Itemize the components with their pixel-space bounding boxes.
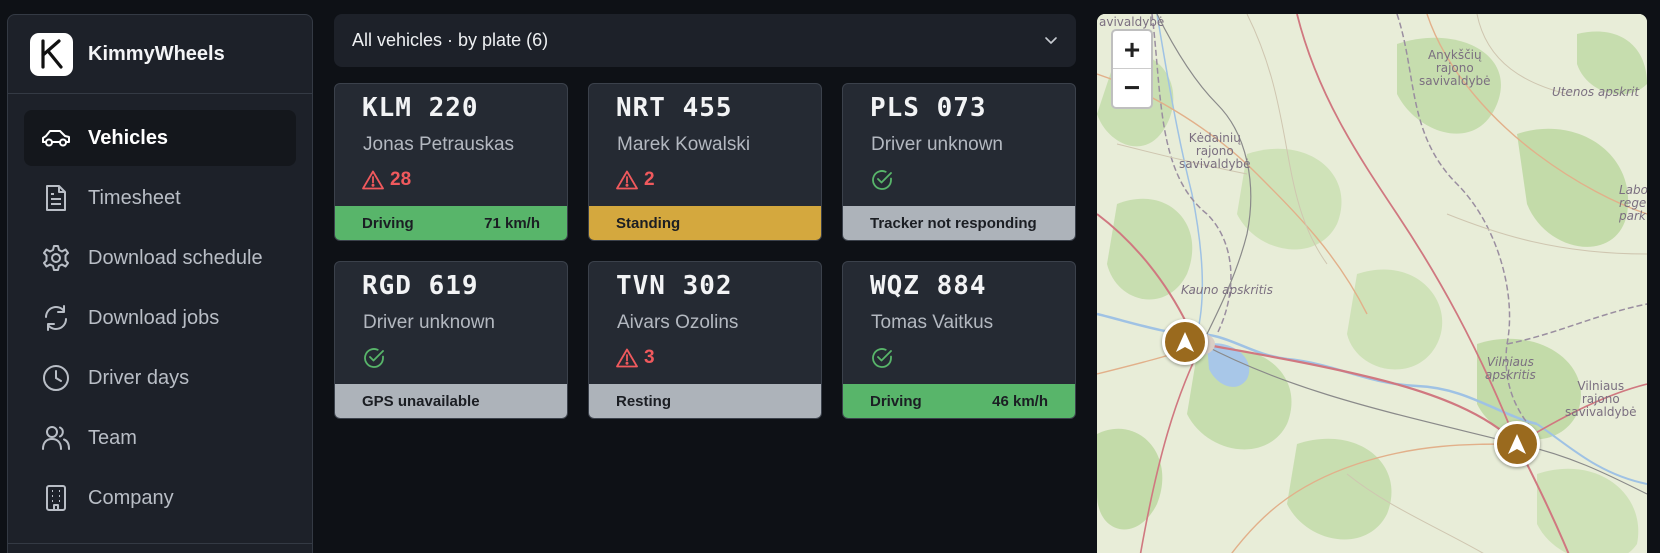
alert-count: 2 [644, 169, 655, 190]
vehicle-status-bar: Resting [589, 384, 821, 418]
alert-indicator: 28 [362, 169, 411, 191]
chevron-down-icon [1044, 32, 1058, 50]
sidebar-item-timesheet[interactable]: Timesheet [24, 170, 296, 226]
alert-count: 3 [644, 347, 655, 368]
map-label: Anykščių rajono savivaldybė [1419, 48, 1491, 88]
vehicle-card[interactable]: PLS 073 Driver unknown Tracker not respo… [842, 83, 1076, 241]
building-icon [41, 483, 71, 513]
vehicle-status-bar: GPS unavailable [335, 384, 567, 418]
vehicle-speed: 71 km/h [484, 214, 540, 232]
document-icon [41, 183, 71, 213]
vehicle-card[interactable]: KLM 220 Jonas Petrauskas 28 Driving 71 k… [334, 83, 568, 241]
vehicle-filter-select[interactable]: All vehicles · by plate (6) [334, 14, 1076, 67]
app-name: KimmyWheels [88, 42, 225, 65]
check-circle-icon [871, 347, 893, 374]
vehicle-status: Driving [362, 214, 414, 232]
app-logo[interactable] [30, 32, 73, 76]
sidebar-item-label: Team [88, 426, 137, 449]
vehicle-card[interactable]: TVN 302 Aivars Ozolins 3 Resting [588, 261, 822, 419]
vehicle-status: Resting [616, 392, 672, 410]
map-label: avivaldybė [1099, 15, 1165, 29]
sidebar-item-vehicles[interactable]: Vehicles [24, 110, 296, 166]
vehicle-map[interactable]: avivaldybė Anykščių rajono savivaldybė U… [1097, 14, 1647, 553]
vehicle-speed: 46 km/h [992, 392, 1048, 410]
brand: KimmyWheels [8, 15, 312, 94]
vehicle-filter-label: All vehicles · by plate (6) [352, 30, 549, 50]
vehicle-driver: Tomas Vaitkus [871, 312, 994, 333]
vehicle-map-marker[interactable] [1162, 319, 1208, 365]
warning-icon [616, 348, 638, 368]
sidebar-item-team[interactable]: Team [24, 410, 296, 466]
map-label: Kauno apskritis [1181, 283, 1273, 297]
sidebar-item-label: Timesheet [88, 186, 181, 209]
vehicle-plate: PLS 073 [870, 93, 987, 123]
check-circle-icon [871, 169, 893, 196]
vehicle-status: Standing [616, 214, 681, 232]
map-label: Vilniaus apskritis [1485, 355, 1536, 382]
vehicle-status-bar: Driving 71 km/h [335, 206, 567, 240]
sidebar-nav: Vehicles Timesheet Download schedule Dow… [8, 94, 312, 526]
vehicle-status-bar: Standing [589, 206, 821, 240]
map-label: Kėdainių rajono savivaldybė [1179, 131, 1251, 171]
sidebar-item-download-schedule[interactable]: Download schedule [24, 230, 296, 286]
map-label: Labor rege park [1619, 183, 1647, 223]
car-icon [41, 123, 71, 153]
vehicle-driver: Driver unknown [871, 134, 1003, 155]
vehicle-map-marker[interactable] [1494, 421, 1540, 467]
alert-count: 28 [390, 169, 412, 190]
sidebar-item-label: Company [88, 486, 174, 509]
sidebar: KimmyWheels Vehicles Timesheet Download … [7, 14, 313, 553]
users-icon [41, 423, 71, 453]
vehicle-plate: WQZ 884 [870, 271, 987, 301]
k-logo-icon [40, 39, 63, 69]
alert-indicator: 2 [616, 169, 655, 191]
map-label: Vilniaus rajono savivaldybė [1565, 379, 1637, 419]
zoom-in-button[interactable]: + [1113, 31, 1151, 69]
alert-indicator: 3 [616, 347, 655, 369]
sidebar-item-label: Download jobs [88, 306, 220, 329]
sidebar-divider [8, 543, 312, 544]
vehicle-card[interactable]: RGD 619 Driver unknown GPS unavailable [334, 261, 568, 419]
sidebar-item-label: Vehicles [88, 126, 169, 149]
vehicle-status: Tracker not responding [870, 214, 1037, 232]
warning-icon [362, 170, 384, 190]
sidebar-item-label: Driver days [88, 366, 190, 389]
vehicle-card[interactable]: NRT 455 Marek Kowalski 2 Standing [588, 83, 822, 241]
zoom-out-button[interactable]: − [1113, 69, 1151, 107]
clock-icon [41, 363, 71, 393]
navigation-arrow-icon [1176, 332, 1194, 352]
gear-icon [41, 243, 71, 273]
map-label: Utenos apskrit [1552, 85, 1640, 99]
sidebar-item-label: Download schedule [88, 246, 263, 269]
map-zoom-control: + − [1111, 29, 1153, 109]
navigation-arrow-icon [1508, 434, 1526, 454]
vehicle-plate: TVN 302 [616, 271, 733, 301]
vehicle-status-bar: Driving 46 km/h [843, 384, 1075, 418]
sidebar-item-driver-days[interactable]: Driver days [24, 350, 296, 406]
vehicle-driver: Driver unknown [363, 312, 495, 333]
sidebar-item-company[interactable]: Company [24, 470, 296, 526]
refresh-icon [41, 303, 71, 333]
vehicle-driver: Aivars Ozolins [617, 312, 739, 333]
check-circle-icon [363, 347, 385, 374]
vehicle-status: Driving [870, 392, 922, 410]
vehicle-plate: KLM 220 [362, 93, 479, 123]
vehicle-card[interactable]: WQZ 884 Tomas Vaitkus Driving 46 km/h [842, 261, 1076, 419]
vehicle-status: GPS unavailable [362, 392, 480, 410]
vehicle-status-bar: Tracker not responding [843, 206, 1075, 240]
sidebar-item-download-jobs[interactable]: Download jobs [24, 290, 296, 346]
warning-icon [616, 170, 638, 190]
vehicle-plate: RGD 619 [362, 271, 479, 301]
vehicle-driver: Jonas Petrauskas [363, 134, 515, 155]
vehicle-plate: NRT 455 [616, 93, 733, 123]
vehicle-driver: Marek Kowalski [617, 134, 751, 155]
